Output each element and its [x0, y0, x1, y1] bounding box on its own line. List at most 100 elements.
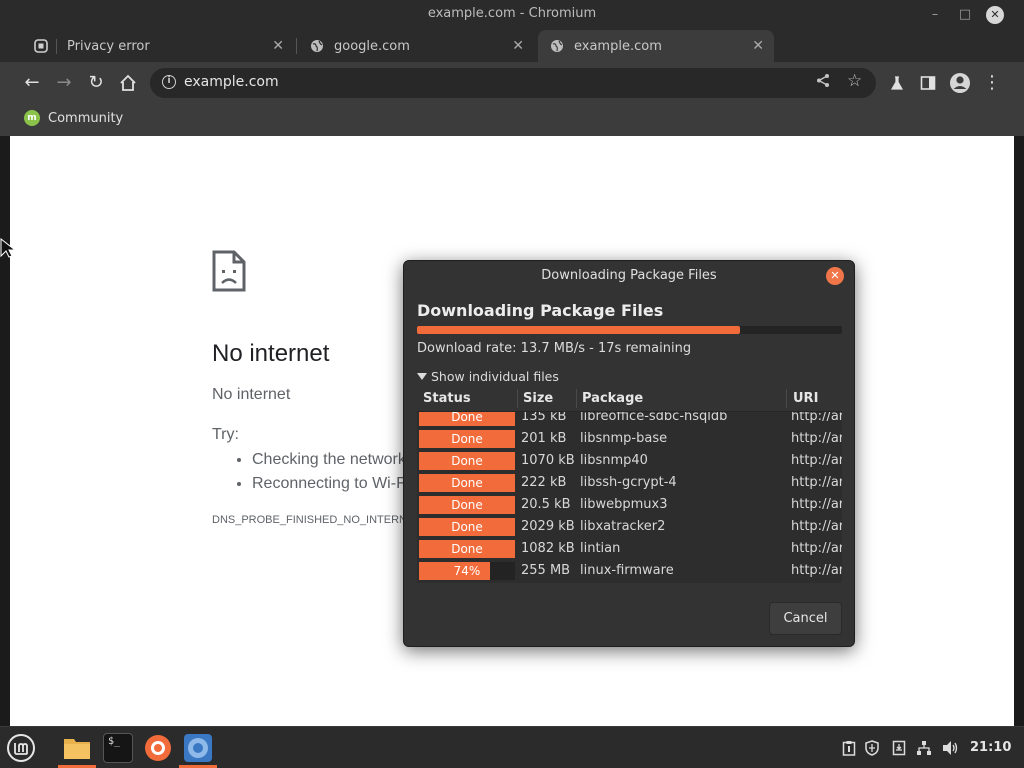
tab-example-active[interactable]: example.com ✕ — [538, 30, 774, 62]
close-window-button[interactable]: ✕ — [986, 6, 1004, 24]
row-size: 201 kB — [521, 431, 567, 446]
table-row[interactable]: Done 1082 kB lintian http://ar — [417, 538, 842, 560]
dialog-close-button[interactable]: ✕ — [826, 267, 844, 285]
error-heading: No internet — [212, 340, 330, 367]
dialog-heading: Downloading Package Files — [417, 301, 664, 320]
table-row[interactable]: Done 20.5 kB libwebpmux3 http://ar — [417, 494, 842, 516]
globe-icon — [310, 39, 324, 53]
row-uri: http://ar — [791, 431, 842, 446]
row-package: lintian — [580, 541, 621, 556]
home-button[interactable] — [115, 70, 141, 96]
volume-icon[interactable] — [942, 740, 960, 760]
close-tab-icon[interactable]: ✕ — [272, 38, 284, 54]
shield-icon[interactable] — [864, 740, 880, 760]
download-dialog: Downloading Package Files ✕ Downloading … — [403, 260, 855, 647]
browser-toolbar: ← → ↻ i example.com ☆ ⋮ — [0, 62, 1024, 104]
profile-avatar-icon[interactable] — [947, 70, 973, 96]
bookmark-label: Community — [48, 110, 124, 126]
update-manager-icon[interactable] — [892, 740, 906, 760]
row-package: libssh-gcrypt-4 — [580, 475, 677, 490]
terminal-icon[interactable]: $_ — [103, 733, 133, 763]
chromium-icon[interactable] — [183, 733, 213, 763]
row-uri: http://ar — [791, 563, 842, 578]
firefox-icon[interactable] — [143, 733, 173, 763]
row-uri: http://ar — [791, 497, 842, 512]
site-info-icon[interactable]: i — [162, 75, 176, 89]
bookmark-star-icon[interactable]: ☆ — [847, 71, 862, 91]
cancel-button[interactable]: Cancel — [769, 602, 842, 635]
files-table: Done 135 kB libreoffice-sdbc-hsqldb http://… — [417, 385, 842, 583]
menu-icon[interactable] — [6, 733, 36, 763]
back-button[interactable]: ← — [19, 70, 45, 96]
network-icon[interactable] — [916, 740, 932, 760]
side-panel-icon[interactable] — [915, 70, 941, 96]
close-tab-icon[interactable]: ✕ — [512, 38, 524, 54]
url-text[interactable]: example.com — [184, 74, 279, 90]
sad-document-icon — [212, 250, 246, 296]
row-status: Done — [451, 542, 483, 556]
row-size: 1070 kB — [521, 453, 575, 468]
forward-button[interactable]: → — [51, 70, 77, 96]
row-uri: http://ar — [791, 475, 842, 490]
row-size: 20.5 kB — [521, 497, 571, 512]
row-status: Done — [451, 520, 483, 534]
column-header-uri[interactable]: URI — [787, 385, 842, 412]
tab-title: example.com — [574, 38, 662, 54]
minimize-button[interactable]: – — [926, 6, 944, 24]
tab-divider — [296, 38, 297, 54]
table-row[interactable]: Done 1070 kB libsnmp40 http://ar — [417, 450, 842, 472]
row-size: 255 MB — [521, 563, 571, 578]
table-row[interactable]: Done 201 kB libsnmp-base http://ar — [417, 428, 842, 450]
tab-privacy-error[interactable]: Privacy error ✕ — [22, 30, 294, 62]
row-status: 74% — [453, 564, 481, 578]
bookmarks-bar: m Community — [0, 104, 1024, 136]
download-rate: Download rate: 13.7 MB/s - 17s remaining — [417, 341, 692, 356]
row-package: libwebpmux3 — [580, 497, 668, 512]
row-size: 1082 kB — [521, 541, 575, 556]
table-row[interactable]: Done 2029 kB libxatracker2 http://ar — [417, 516, 842, 538]
overall-progress-bar — [417, 326, 842, 334]
row-uri: http://ar — [791, 541, 842, 556]
dialog-title: Downloading Package Files — [541, 268, 717, 283]
app-icon — [34, 39, 48, 53]
row-status: Done — [451, 432, 483, 446]
row-package: libsnmp-base — [580, 431, 668, 446]
share-icon[interactable] — [816, 73, 831, 92]
taskbar: $_ 21:10 — [0, 726, 1024, 768]
table-row[interactable]: 74% 255 MB linux-firmware http://ar — [417, 560, 842, 582]
close-tab-icon[interactable]: ✕ — [752, 38, 764, 54]
row-package: libsnmp40 — [580, 453, 648, 468]
row-package: libxatracker2 — [580, 519, 666, 534]
reload-button[interactable]: ↻ — [83, 70, 109, 96]
column-header-status[interactable]: Status — [417, 385, 517, 412]
tab-google[interactable]: google.com ✕ — [298, 30, 534, 62]
tab-title: Privacy error — [56, 38, 150, 54]
linux-mint-icon: m — [24, 110, 40, 126]
clipboard-icon[interactable] — [842, 740, 856, 760]
row-uri: http://ar — [791, 519, 842, 534]
row-status: Done — [451, 498, 483, 512]
table-row[interactable]: Done 222 kB libssh-gcrypt-4 http://ar — [417, 472, 842, 494]
window-title: example.com - Chromium — [427, 6, 597, 21]
column-header-size[interactable]: Size — [517, 385, 577, 412]
tab-strip: Privacy error ✕ google.com ✕ example.com… — [0, 30, 1024, 86]
row-uri: http://ar — [791, 453, 842, 468]
labs-flask-icon[interactable] — [884, 70, 910, 96]
row-size: 222 kB — [521, 475, 567, 490]
column-header-package[interactable]: Package — [576, 385, 786, 412]
address-bar[interactable]: i example.com ☆ — [150, 68, 876, 98]
clock: 21:10 — [970, 740, 1012, 755]
maximize-button[interactable]: □ — [956, 6, 974, 24]
try-label: Try: — [212, 426, 239, 443]
row-package: linux-firmware — [580, 563, 674, 578]
row-size: 2029 kB — [521, 519, 575, 534]
bookmark-community[interactable]: m Community — [24, 110, 123, 126]
row-status: Done — [451, 476, 483, 490]
overall-progress-fill — [417, 326, 740, 334]
show-files-expander[interactable]: Show individual files — [417, 369, 559, 384]
error-code: DNS_PROBE_FINISHED_NO_INTERNET — [212, 514, 422, 526]
row-status: Done — [451, 454, 483, 468]
kebab-menu-icon[interactable]: ⋮ — [979, 70, 1005, 96]
files-icon[interactable] — [62, 733, 92, 763]
window-titlebar: example.com - Chromium – □ ✕ — [0, 0, 1024, 30]
